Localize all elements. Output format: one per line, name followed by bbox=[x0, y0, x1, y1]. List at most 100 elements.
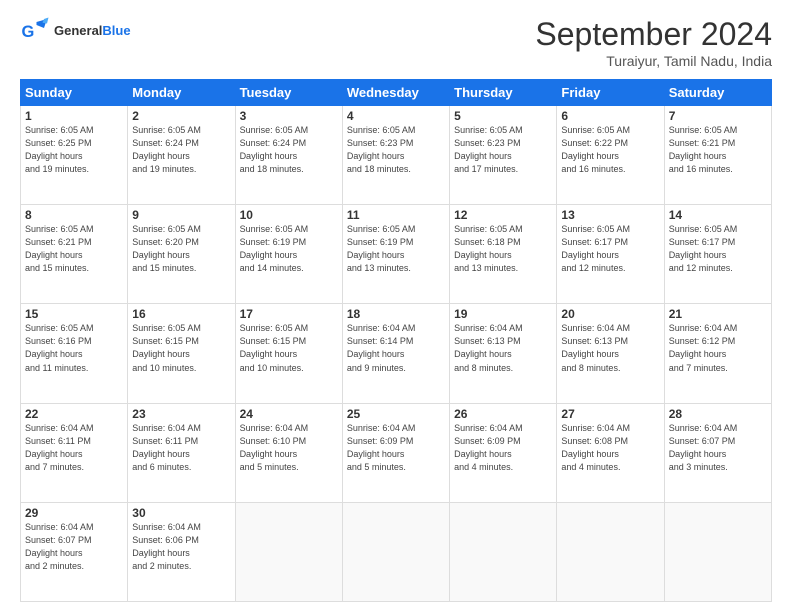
day-info: Sunrise: 6:05 AM Sunset: 6:15 PM Dayligh… bbox=[132, 322, 230, 374]
calendar-week-row: 8 Sunrise: 6:05 AM Sunset: 6:21 PM Dayli… bbox=[21, 205, 772, 304]
calendar-cell: 24 Sunrise: 6:04 AM Sunset: 6:10 PM Dayl… bbox=[235, 403, 342, 502]
day-number: 9 bbox=[132, 208, 230, 222]
day-header-monday: Monday bbox=[128, 80, 235, 106]
day-number: 8 bbox=[25, 208, 123, 222]
day-number: 13 bbox=[561, 208, 659, 222]
day-number: 29 bbox=[25, 506, 123, 520]
day-number: 20 bbox=[561, 307, 659, 321]
calendar-cell: 27 Sunrise: 6:04 AM Sunset: 6:08 PM Dayl… bbox=[557, 403, 664, 502]
day-info: Sunrise: 6:05 AM Sunset: 6:24 PM Dayligh… bbox=[132, 124, 230, 176]
day-info: Sunrise: 6:04 AM Sunset: 6:14 PM Dayligh… bbox=[347, 322, 445, 374]
day-number: 19 bbox=[454, 307, 552, 321]
calendar-cell: 5 Sunrise: 6:05 AM Sunset: 6:23 PM Dayli… bbox=[450, 106, 557, 205]
day-number: 17 bbox=[240, 307, 338, 321]
calendar-cell: 3 Sunrise: 6:05 AM Sunset: 6:24 PM Dayli… bbox=[235, 106, 342, 205]
calendar-cell: 28 Sunrise: 6:04 AM Sunset: 6:07 PM Dayl… bbox=[664, 403, 771, 502]
day-info: Sunrise: 6:05 AM Sunset: 6:23 PM Dayligh… bbox=[454, 124, 552, 176]
calendar-table: SundayMondayTuesdayWednesdayThursdayFrid… bbox=[20, 79, 772, 602]
day-info: Sunrise: 6:05 AM Sunset: 6:21 PM Dayligh… bbox=[669, 124, 767, 176]
calendar-cell: 25 Sunrise: 6:04 AM Sunset: 6:09 PM Dayl… bbox=[342, 403, 449, 502]
day-number: 4 bbox=[347, 109, 445, 123]
header: G GeneralBlue September 2024 Turaiyur, T… bbox=[20, 16, 772, 69]
day-header-saturday: Saturday bbox=[664, 80, 771, 106]
day-number: 23 bbox=[132, 407, 230, 421]
day-info: Sunrise: 6:05 AM Sunset: 6:21 PM Dayligh… bbox=[25, 223, 123, 275]
day-number: 16 bbox=[132, 307, 230, 321]
calendar-cell: 12 Sunrise: 6:05 AM Sunset: 6:18 PM Dayl… bbox=[450, 205, 557, 304]
svg-text:G: G bbox=[22, 23, 35, 41]
calendar-cell: 26 Sunrise: 6:04 AM Sunset: 6:09 PM Dayl… bbox=[450, 403, 557, 502]
calendar-cell: 8 Sunrise: 6:05 AM Sunset: 6:21 PM Dayli… bbox=[21, 205, 128, 304]
calendar-header-row: SundayMondayTuesdayWednesdayThursdayFrid… bbox=[21, 80, 772, 106]
calendar-cell: 18 Sunrise: 6:04 AM Sunset: 6:14 PM Dayl… bbox=[342, 304, 449, 403]
day-number: 30 bbox=[132, 506, 230, 520]
day-number: 7 bbox=[669, 109, 767, 123]
day-info: Sunrise: 6:05 AM Sunset: 6:19 PM Dayligh… bbox=[347, 223, 445, 275]
page: G GeneralBlue September 2024 Turaiyur, T… bbox=[0, 0, 792, 612]
logo-icon: G bbox=[20, 16, 50, 46]
day-number: 2 bbox=[132, 109, 230, 123]
calendar-cell: 1 Sunrise: 6:05 AM Sunset: 6:25 PM Dayli… bbox=[21, 106, 128, 205]
day-number: 1 bbox=[25, 109, 123, 123]
calendar-cell: 17 Sunrise: 6:05 AM Sunset: 6:15 PM Dayl… bbox=[235, 304, 342, 403]
day-info: Sunrise: 6:05 AM Sunset: 6:17 PM Dayligh… bbox=[561, 223, 659, 275]
calendar-cell: 29 Sunrise: 6:04 AM Sunset: 6:07 PM Dayl… bbox=[21, 502, 128, 601]
day-number: 22 bbox=[25, 407, 123, 421]
day-header-wednesday: Wednesday bbox=[342, 80, 449, 106]
day-number: 25 bbox=[347, 407, 445, 421]
calendar-cell bbox=[342, 502, 449, 601]
day-header-sunday: Sunday bbox=[21, 80, 128, 106]
day-info: Sunrise: 6:05 AM Sunset: 6:17 PM Dayligh… bbox=[669, 223, 767, 275]
day-info: Sunrise: 6:04 AM Sunset: 6:12 PM Dayligh… bbox=[669, 322, 767, 374]
day-info: Sunrise: 6:05 AM Sunset: 6:25 PM Dayligh… bbox=[25, 124, 123, 176]
day-number: 11 bbox=[347, 208, 445, 222]
day-number: 24 bbox=[240, 407, 338, 421]
location-subtitle: Turaiyur, Tamil Nadu, India bbox=[535, 53, 772, 69]
calendar-cell: 6 Sunrise: 6:05 AM Sunset: 6:22 PM Dayli… bbox=[557, 106, 664, 205]
calendar-cell: 15 Sunrise: 6:05 AM Sunset: 6:16 PM Dayl… bbox=[21, 304, 128, 403]
day-info: Sunrise: 6:05 AM Sunset: 6:23 PM Dayligh… bbox=[347, 124, 445, 176]
day-info: Sunrise: 6:04 AM Sunset: 6:09 PM Dayligh… bbox=[454, 422, 552, 474]
calendar-week-row: 1 Sunrise: 6:05 AM Sunset: 6:25 PM Dayli… bbox=[21, 106, 772, 205]
day-info: Sunrise: 6:04 AM Sunset: 6:13 PM Dayligh… bbox=[454, 322, 552, 374]
calendar-cell: 30 Sunrise: 6:04 AM Sunset: 6:06 PM Dayl… bbox=[128, 502, 235, 601]
calendar-cell: 22 Sunrise: 6:04 AM Sunset: 6:11 PM Dayl… bbox=[21, 403, 128, 502]
logo-blue: Blue bbox=[102, 23, 130, 38]
calendar-week-row: 29 Sunrise: 6:04 AM Sunset: 6:07 PM Dayl… bbox=[21, 502, 772, 601]
day-header-friday: Friday bbox=[557, 80, 664, 106]
day-info: Sunrise: 6:05 AM Sunset: 6:18 PM Dayligh… bbox=[454, 223, 552, 275]
calendar-cell: 21 Sunrise: 6:04 AM Sunset: 6:12 PM Dayl… bbox=[664, 304, 771, 403]
calendar-cell: 10 Sunrise: 6:05 AM Sunset: 6:19 PM Dayl… bbox=[235, 205, 342, 304]
day-header-tuesday: Tuesday bbox=[235, 80, 342, 106]
calendar-cell bbox=[557, 502, 664, 601]
calendar-cell: 4 Sunrise: 6:05 AM Sunset: 6:23 PM Dayli… bbox=[342, 106, 449, 205]
calendar-week-row: 22 Sunrise: 6:04 AM Sunset: 6:11 PM Dayl… bbox=[21, 403, 772, 502]
day-info: Sunrise: 6:04 AM Sunset: 6:09 PM Dayligh… bbox=[347, 422, 445, 474]
day-number: 26 bbox=[454, 407, 552, 421]
day-info: Sunrise: 6:04 AM Sunset: 6:06 PM Dayligh… bbox=[132, 521, 230, 573]
day-info: Sunrise: 6:04 AM Sunset: 6:11 PM Dayligh… bbox=[25, 422, 123, 474]
day-number: 27 bbox=[561, 407, 659, 421]
calendar-week-row: 15 Sunrise: 6:05 AM Sunset: 6:16 PM Dayl… bbox=[21, 304, 772, 403]
logo: G GeneralBlue bbox=[20, 16, 131, 46]
title-block: September 2024 Turaiyur, Tamil Nadu, Ind… bbox=[535, 16, 772, 69]
calendar-cell: 16 Sunrise: 6:05 AM Sunset: 6:15 PM Dayl… bbox=[128, 304, 235, 403]
day-info: Sunrise: 6:04 AM Sunset: 6:10 PM Dayligh… bbox=[240, 422, 338, 474]
day-info: Sunrise: 6:05 AM Sunset: 6:19 PM Dayligh… bbox=[240, 223, 338, 275]
calendar-cell bbox=[450, 502, 557, 601]
calendar-cell bbox=[235, 502, 342, 601]
day-number: 3 bbox=[240, 109, 338, 123]
day-number: 10 bbox=[240, 208, 338, 222]
day-header-thursday: Thursday bbox=[450, 80, 557, 106]
calendar-cell: 13 Sunrise: 6:05 AM Sunset: 6:17 PM Dayl… bbox=[557, 205, 664, 304]
day-number: 6 bbox=[561, 109, 659, 123]
day-number: 12 bbox=[454, 208, 552, 222]
day-info: Sunrise: 6:05 AM Sunset: 6:22 PM Dayligh… bbox=[561, 124, 659, 176]
calendar-cell: 14 Sunrise: 6:05 AM Sunset: 6:17 PM Dayl… bbox=[664, 205, 771, 304]
day-number: 21 bbox=[669, 307, 767, 321]
calendar-cell: 20 Sunrise: 6:04 AM Sunset: 6:13 PM Dayl… bbox=[557, 304, 664, 403]
day-info: Sunrise: 6:05 AM Sunset: 6:20 PM Dayligh… bbox=[132, 223, 230, 275]
day-info: Sunrise: 6:05 AM Sunset: 6:15 PM Dayligh… bbox=[240, 322, 338, 374]
day-number: 28 bbox=[669, 407, 767, 421]
day-number: 14 bbox=[669, 208, 767, 222]
